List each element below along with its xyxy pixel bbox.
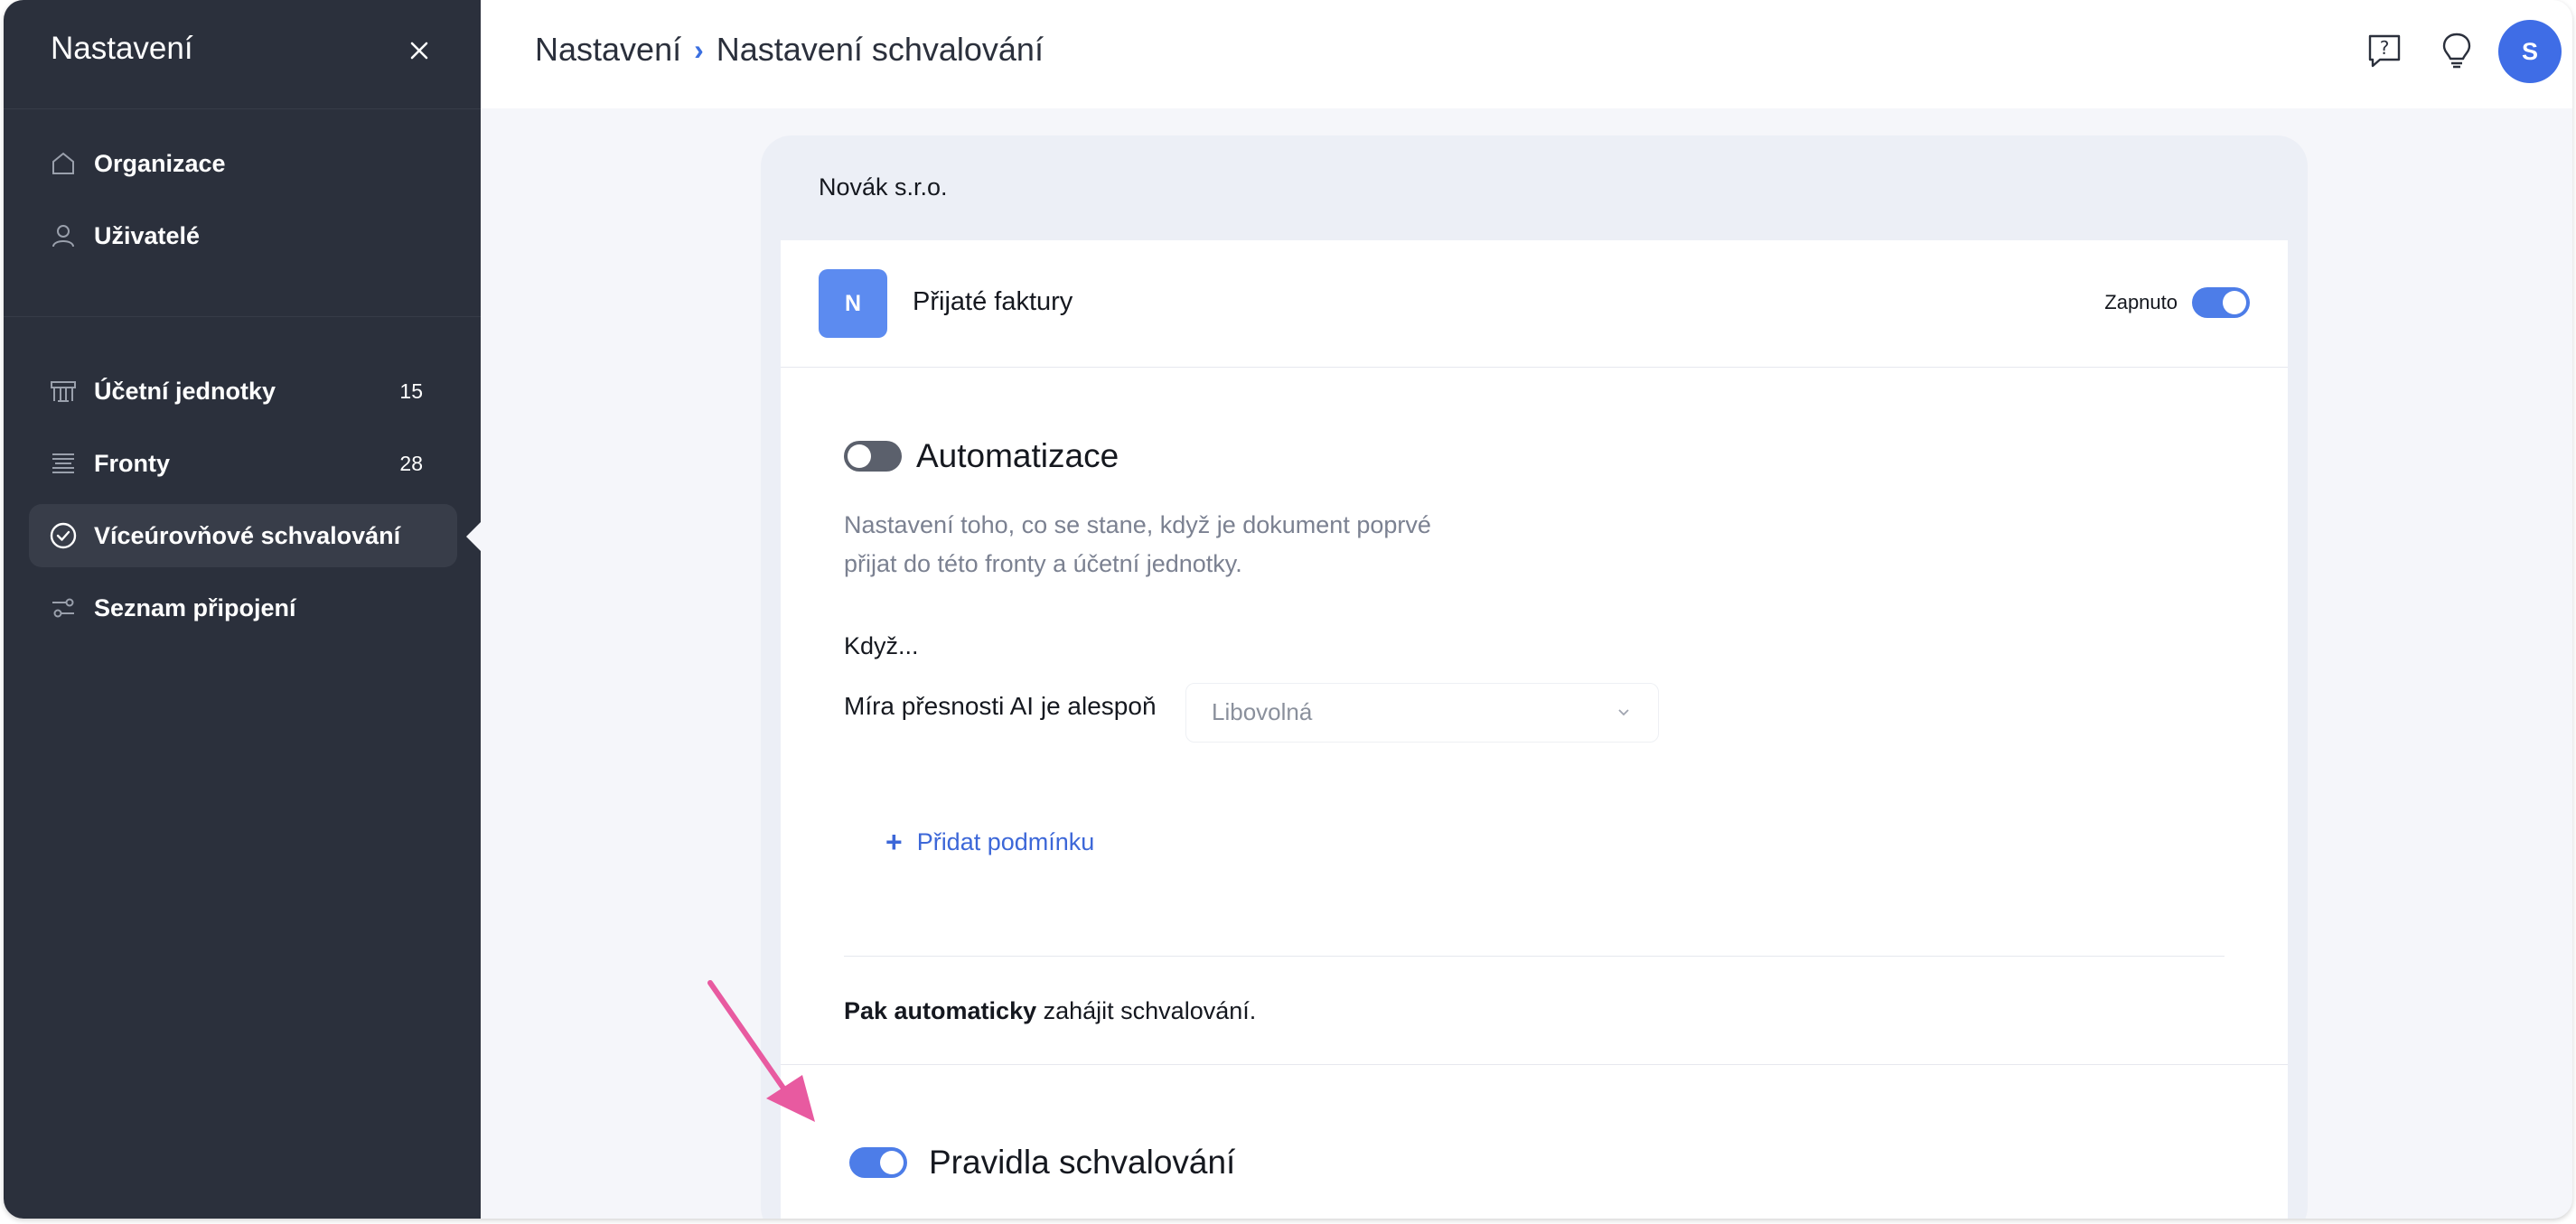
then-rest: zahájit schvalování.: [1036, 997, 1257, 1024]
organization-name: Novák s.r.o.: [819, 173, 948, 201]
svg-text:?: ?: [2380, 37, 2390, 59]
approval-rules-toggle[interactable]: [849, 1147, 907, 1178]
sidebar-item-label: Víceúrovňové schvalování: [94, 521, 401, 549]
queue-icon: [43, 444, 83, 483]
add-condition-label: Přidat podmínku: [916, 828, 1095, 855]
sidebar-item-uzivatele[interactable]: Uživatelé: [29, 204, 457, 267]
breadcrumb: Nastavení › Nastavení schvalování: [535, 31, 1044, 69]
sidebar: Nastavení Organizace Uživatelé Účetní je…: [4, 0, 481, 1219]
description-line: Nastavení toho, co se stane, když je dok…: [844, 511, 1431, 538]
user-icon: [43, 216, 83, 256]
accuracy-label: Míra přesnosti AI je alespoň: [844, 692, 1157, 720]
breadcrumb-item-settings[interactable]: Nastavení: [535, 31, 681, 69]
sidebar-item-label: Účetní jednotky: [94, 377, 276, 405]
automation-toggle[interactable]: [844, 441, 902, 472]
close-sidebar-button[interactable]: [398, 29, 441, 72]
sidebar-item-label: Organizace: [94, 149, 226, 177]
app-window: Nastavení Organizace Uživatelé Účetní je…: [4, 0, 2572, 1219]
tips-button[interactable]: [2431, 25, 2482, 76]
sidebar-divider: [4, 316, 481, 317]
sidebar-item-label: Fronty: [94, 449, 170, 477]
sidebar-title: Nastavení: [51, 31, 193, 66]
sidebar-item-seznam-pripojeni[interactable]: Seznam připojení: [29, 576, 457, 640]
sidebar-item-fronty[interactable]: Fronty 28: [29, 432, 457, 495]
divider: [844, 956, 2225, 957]
sidebar-item-viceurovnove-schvalovani[interactable]: Víceúrovňové schvalování: [29, 504, 457, 567]
queue-status-label: Zapnuto: [2104, 291, 2178, 313]
approval-rules-title: Pravidla schvalování: [929, 1144, 1236, 1181]
queue-title: Přijaté faktury: [913, 287, 1073, 316]
queue-panel: N Přijaté faktury Zapnuto Automatizace N…: [781, 240, 2288, 1219]
sidebar-item-ucetni-jednotky[interactable]: Účetní jednotky 15: [29, 360, 457, 423]
chevron-down-icon: [1618, 709, 1629, 716]
description-line: přijat do této fronty a účetní jednotky.: [844, 550, 1242, 577]
lightbulb-icon: [2442, 33, 2471, 69]
close-icon: [410, 42, 428, 60]
sidebar-item-count: 15: [399, 378, 423, 403]
check-circle-icon: [43, 516, 83, 556]
top-bar: Nastavení › Nastavení schvalování ? S: [481, 0, 2572, 108]
automation-description: Nastavení toho, co se stane, když je dok…: [844, 506, 1531, 584]
sidebar-item-label: Seznam připojení: [94, 593, 296, 621]
annotation-arrow-icon: [707, 980, 815, 1122]
automation-title: Automatizace: [916, 437, 1119, 474]
sidebar-item-count: 28: [399, 451, 423, 475]
accuracy-select-value: Libovolná: [1212, 698, 1313, 725]
sidebar-item-label: Uživatelé: [94, 221, 201, 249]
queue-header: N Přijaté faktury Zapnuto: [781, 240, 2288, 368]
then-bold: Pak automaticky: [844, 997, 1037, 1024]
when-label: Když...: [844, 632, 919, 659]
building-icon: [43, 371, 83, 411]
sidebar-item-organizace[interactable]: Organizace: [29, 132, 457, 195]
plus-icon: +: [885, 826, 903, 858]
help-button[interactable]: ?: [2359, 25, 2410, 76]
home-icon: [43, 144, 83, 183]
organization-card: Novák s.r.o. N Přijaté faktury Zapnuto A…: [761, 135, 2308, 1219]
queue-badge: N: [819, 269, 887, 338]
connections-icon: [43, 588, 83, 628]
then-statement: Pak automaticky zahájit schvalování.: [844, 997, 1256, 1025]
breadcrumb-item-current: Nastavení schvalování: [716, 31, 1044, 68]
chevron-right-icon: ›: [694, 33, 704, 66]
queue-enabled-toggle[interactable]: [2192, 287, 2250, 318]
active-indicator: [466, 522, 481, 551]
add-condition-button[interactable]: + Přidat podmínku: [885, 826, 1094, 859]
section-divider: [781, 1064, 2288, 1065]
sidebar-header: Nastavení: [4, 0, 481, 109]
user-avatar[interactable]: S: [2498, 20, 2562, 83]
help-icon: ?: [2368, 34, 2401, 68]
accuracy-select[interactable]: Libovolná: [1185, 683, 1659, 743]
